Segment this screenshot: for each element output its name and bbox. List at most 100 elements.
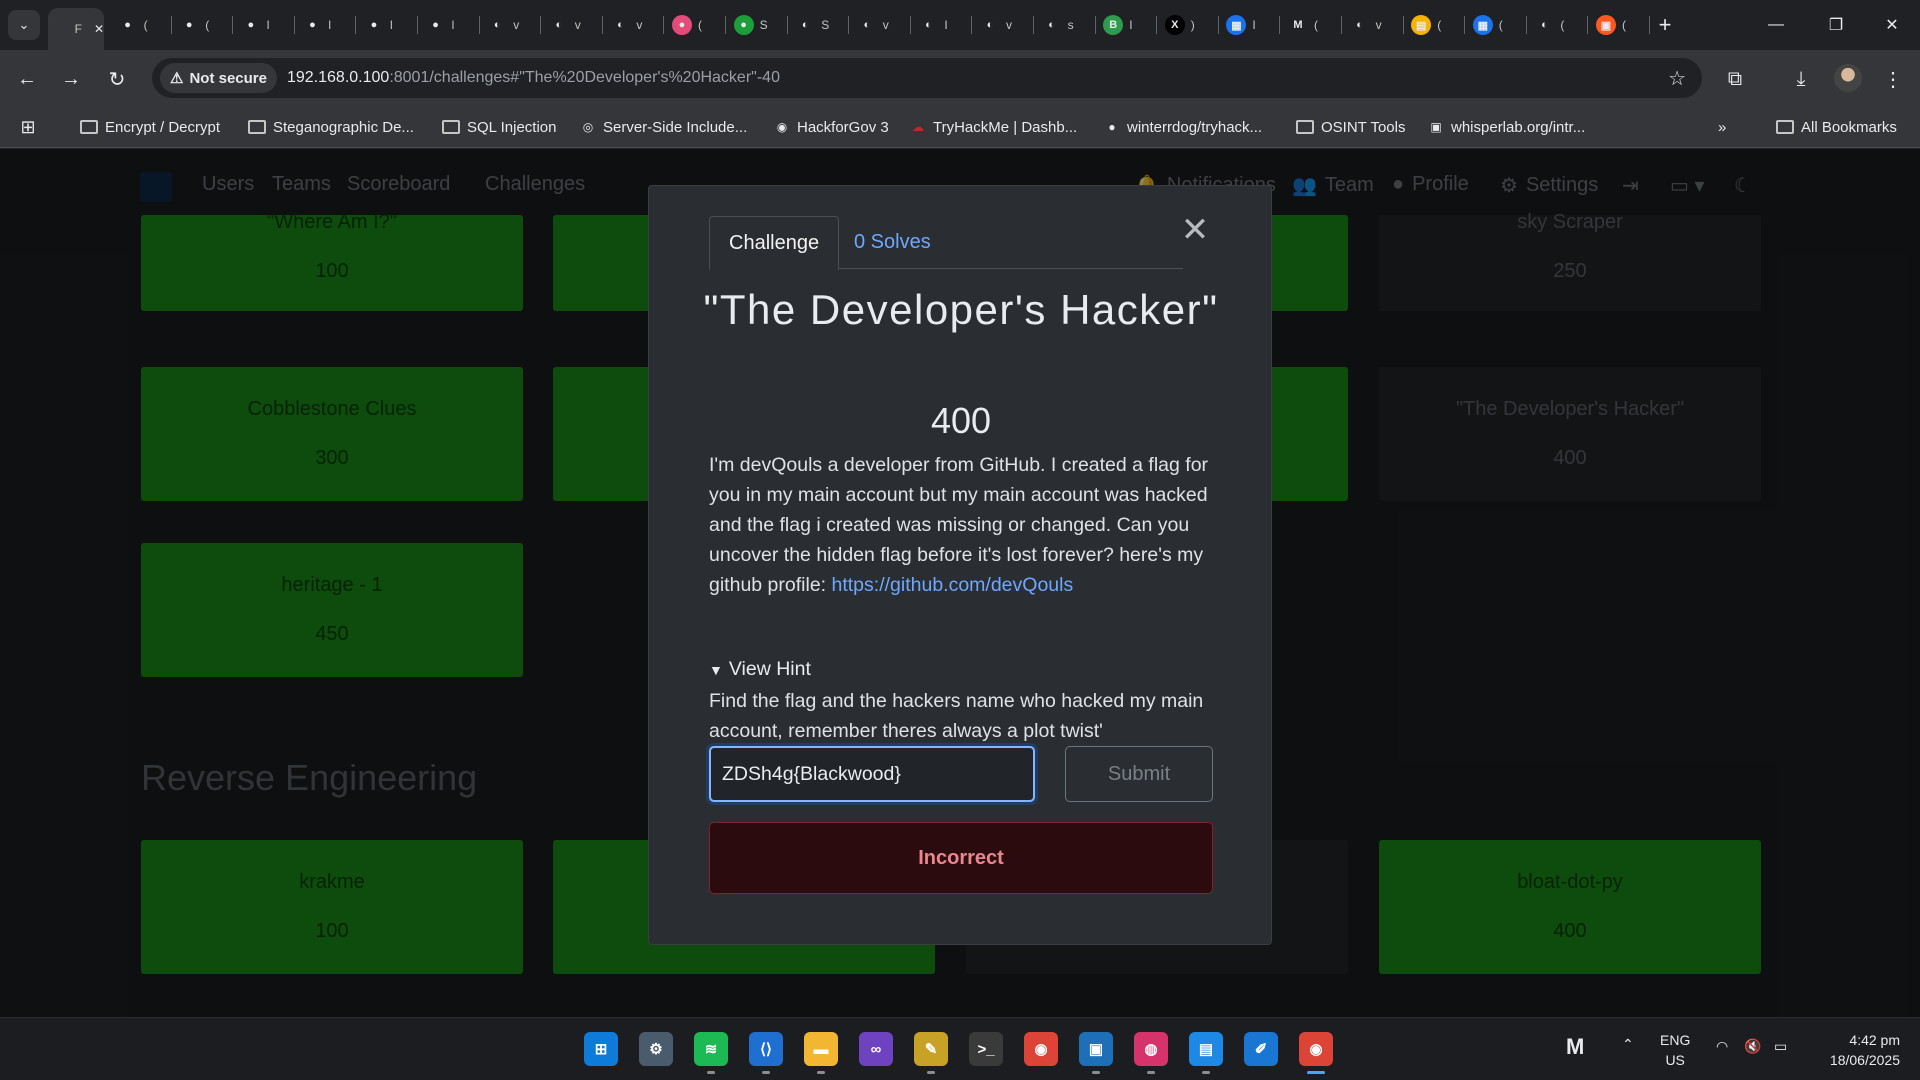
github-icon: ● [302,15,323,35]
browser-tab[interactable]: M( [1280,8,1342,42]
folder-icon [1776,120,1794,134]
camera-icon[interactable]: ◍ [1134,1032,1168,1074]
chrome-profile-icon[interactable]: ◉ [1299,1032,1333,1074]
bookmark-item[interactable]: OSINT Tools [1296,116,1405,138]
back-button[interactable]: ← [12,64,42,94]
bookmark-item[interactable]: ◉ HackforGov 3 [774,116,889,138]
spotify-icon[interactable]: ≋ [694,1032,728,1074]
chrome-icon[interactable]: ◉ [1024,1032,1058,1066]
browser-tab[interactable]: ● l [356,8,418,42]
wifi-icon[interactable]: ◠ [1716,1038,1728,1055]
bookmark-label: TryHackMe | Dashb... [933,118,1078,136]
browser-tab[interactable]: ●( [664,8,726,42]
browser-tab[interactable]: ◐ v [972,8,1034,42]
grid-icon: ▦ [1226,15,1247,35]
new-tab-button[interactable]: + [1650,10,1680,40]
virtualbox-icon[interactable]: ▣ [1079,1032,1113,1074]
browser-tab[interactable]: ● S [726,8,788,42]
flag-input[interactable] [709,746,1035,802]
tab-title: v [1006,18,1012,32]
browser-tab[interactable]: ◐ s [1034,8,1096,42]
language-indicator[interactable]: ENG US [1660,1030,1690,1070]
apps-grid-icon[interactable]: ⊞ [20,116,36,138]
tab-title: I [1252,18,1256,32]
settings-icon[interactable]: ⚙ [639,1032,673,1066]
tab-title: v [1375,18,1382,32]
bookmark-item[interactable]: ☁ TryHackMe | Dashb... [910,116,1077,138]
browser-tab[interactable]: ◐ v [602,8,665,42]
clock[interactable]: 4:42 pm 18/06/2025 [1804,1030,1900,1070]
chevron-up-icon[interactable]: ⌃ [1622,1036,1634,1053]
browser-tab[interactable]: X) [1157,8,1219,42]
globe-icon: ◐ [918,15,939,35]
browser-tab[interactable]: BI [1095,8,1158,42]
close-window-button[interactable]: ✕ [1862,8,1920,42]
browser-tab[interactable]: ▦( [1465,8,1527,42]
browser-tab[interactable]: ● l [294,8,357,42]
close-tab-icon[interactable]: ✕ [94,22,104,36]
restore-button[interactable]: ❐ [1806,8,1866,42]
tab-solves[interactable]: 0 Solves [835,216,950,269]
bookmark-item[interactable]: SQL Injection [442,116,557,138]
bookmark-star-icon[interactable]: ☆ [1668,66,1686,91]
bookmark-item[interactable]: ● winterrdog/tryhack... [1104,116,1262,138]
clock-time: 4:42 pm [1849,1032,1900,1048]
browser-tab[interactable]: ◐ v [541,8,603,42]
submit-button[interactable]: Submit [1065,746,1213,802]
visual-studio-icon[interactable]: ∞ [859,1032,893,1066]
tab-title: v [636,18,643,32]
notepad-icon[interactable]: ▤ [1189,1032,1223,1074]
github-profile-link[interactable]: https://github.com/devQouls [832,574,1074,596]
browser-tab[interactable]: ●( [171,8,234,42]
explorer-icon[interactable]: ▬ [804,1032,838,1074]
browser-tab[interactable]: ◐ v [1342,8,1404,42]
browser-tab[interactable]: ●( [110,8,172,42]
minimize-button[interactable]: — [1746,8,1806,42]
tab-search-button[interactable]: ⌄ [8,10,40,40]
reload-button[interactable]: ↻ [102,64,132,94]
bookmark-item[interactable]: ◎ Server-Side Include... [580,116,748,138]
bookmark-item[interactable]: Encrypt / Decrypt [80,116,220,138]
browser-toolbar: ← → ↻ ⚠ Not secure 192.168.0.100:8001/ch… [0,50,1920,106]
menu-icon[interactable]: ⋮ [1878,64,1908,94]
profile-avatar[interactable] [1834,64,1862,92]
extensions-icon[interactable]: ⧉ [1720,64,1750,94]
close-icon[interactable]: ✕ [1179,213,1211,247]
download-icon[interactable]: ⤓ [1786,64,1816,94]
browser-tab[interactable]: ▣( [1588,8,1650,42]
tab-strip: ⌄ F ✕ ●(●(● l ● l ● l ● l ◐ v ◐ v ◐ v ●(● S ◐ S ◐ v ◐ I ◐ v ◐ s B I X)… [0,0,1920,50]
browser-tab[interactable]: ◐ v [849,8,911,42]
forward-button[interactable]: → [56,64,86,94]
browser-tab[interactable]: ▤( [1403,8,1466,42]
bookmark-item[interactable]: ▣ whisperlab.org/intr... [1428,116,1585,138]
address-bar[interactable]: ⚠ Not secure 192.168.0.100:8001/challeng… [152,58,1702,98]
globe-icon: ◐ [1349,15,1370,35]
vscode-icon[interactable]: ⟨⟩ [749,1032,783,1074]
browser-tab[interactable]: ▦ I [1218,8,1281,42]
browser-tab[interactable]: ● l [418,8,480,42]
tab-title: F [74,22,82,36]
browser-tab[interactable]: ◐ I [910,8,973,42]
paint-icon[interactable]: ✐ [1244,1032,1278,1066]
tab-challenge[interactable]: Challenge [709,216,840,270]
app-icon[interactable]: ✎ [914,1032,948,1074]
volume-muted-icon[interactable]: 🔇 [1744,1038,1761,1055]
browser-tab[interactable]: ● l [233,8,295,42]
bookmark-label: HackforGov 3 [797,118,889,136]
bookmark-item[interactable]: Steganographic De... [248,116,414,138]
start-icon[interactable]: ⊞ [584,1032,618,1066]
view-hint-toggle[interactable]: ▼ View Hint [709,658,811,681]
terminal-icon[interactable]: >_ [969,1032,1003,1066]
battery-icon[interactable]: ▭ [1774,1038,1787,1055]
browser-tab[interactable]: F ✕ [48,8,104,50]
browser-tab[interactable]: ◐( [1526,8,1589,42]
security-chip[interactable]: ⚠ Not secure [160,63,277,93]
browser-tab[interactable]: ◐ S [787,8,850,42]
browser-tab[interactable]: ◐ v [479,8,542,42]
all-bookmarks[interactable]: All Bookmarks [1776,116,1897,138]
bookmark-label: Encrypt / Decrypt [105,118,221,136]
url-text[interactable]: 192.168.0.100:8001/challenges#"The%20Dev… [287,69,780,87]
triangle-down-icon: ▼ [709,661,723,678]
m-logo-icon[interactable]: M [1566,1034,1584,1060]
more-bookmarks-icon[interactable]: » [1718,116,1726,138]
